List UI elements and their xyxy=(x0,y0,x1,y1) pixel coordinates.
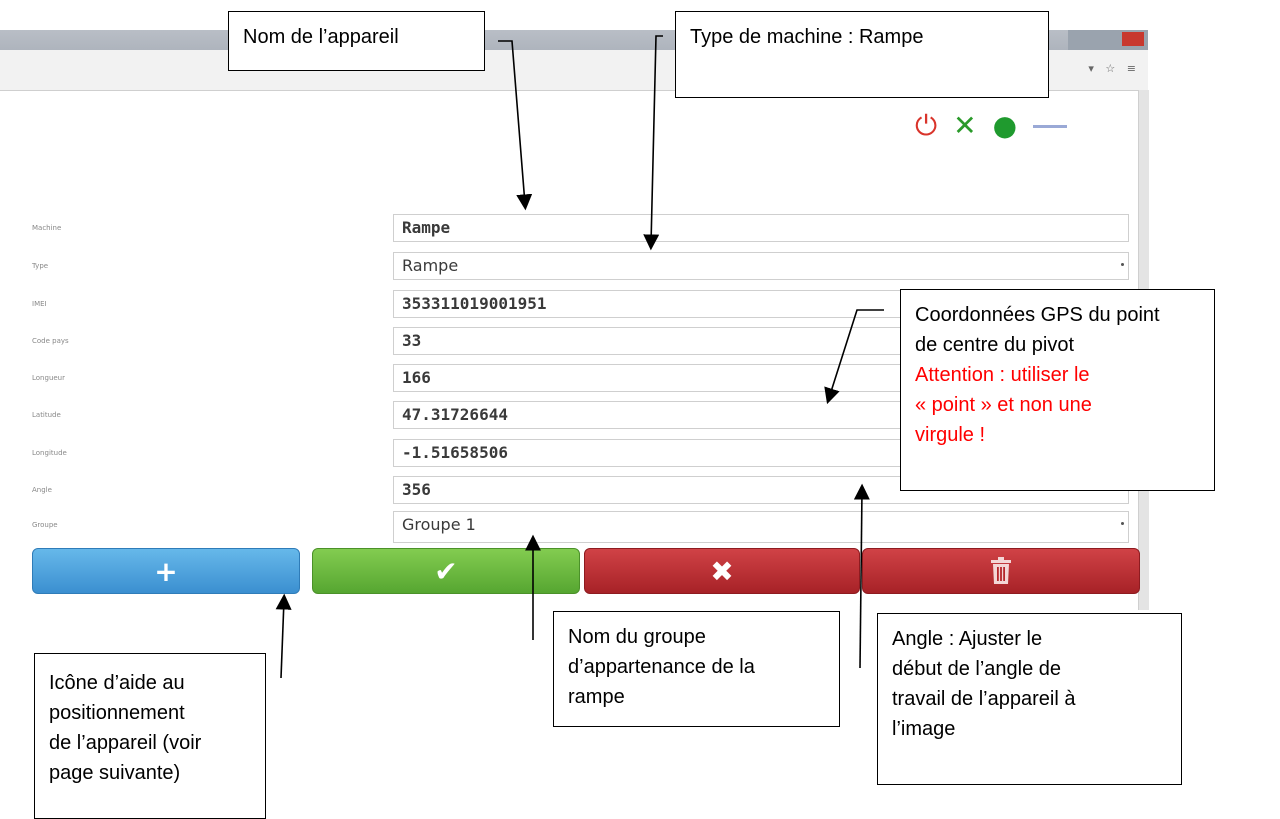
callout-warning: « point » et non une xyxy=(915,394,1092,416)
callout-text: positionnement xyxy=(49,702,185,724)
callout-text: Nom du groupe xyxy=(568,626,706,648)
callout-warning: virgule ! xyxy=(915,424,986,446)
callout-text: début de l’angle de xyxy=(892,658,1062,680)
callout-text: de l’appareil (voir xyxy=(49,732,202,754)
callout-text: Icône d’aide au xyxy=(49,672,185,694)
callout-help: Icône d’aide au positionnement de l’appa… xyxy=(34,653,266,819)
callout-warning: Attention : utiliser le xyxy=(915,364,1090,386)
callout-text: Angle : Ajuster le xyxy=(892,628,1043,650)
callout-text: rampe xyxy=(568,686,625,708)
arrow-machine-type xyxy=(643,35,663,251)
callout-text: travail de l’appareil à xyxy=(892,688,1076,710)
callout-text: page suivante) xyxy=(49,762,181,784)
callout-text: de centre du pivot xyxy=(915,334,1074,356)
callout-device-name: Nom de l’appareil xyxy=(228,11,485,71)
callout-text: l’image xyxy=(892,718,956,740)
callout-group: Nom du groupe d’appartenance de la rampe xyxy=(553,611,840,727)
callout-machine-type: Type de machine : Rampe xyxy=(675,11,1049,98)
callout-text: Nom de l’appareil xyxy=(243,26,399,48)
arrow-gps xyxy=(824,309,884,405)
callout-text: Type de machine : Rampe xyxy=(690,26,924,48)
callout-angle: Angle : Ajuster le début de l’angle de t… xyxy=(877,613,1182,785)
callout-text: d’appartenance de la xyxy=(568,656,755,678)
callout-gps: Coordonnées GPS du point de centre du pi… xyxy=(900,289,1215,491)
callout-text: Coordonnées GPS du point xyxy=(915,304,1160,326)
arrow-device-name xyxy=(498,40,533,211)
arrow-help xyxy=(275,593,292,679)
arrow-angle xyxy=(853,483,870,669)
